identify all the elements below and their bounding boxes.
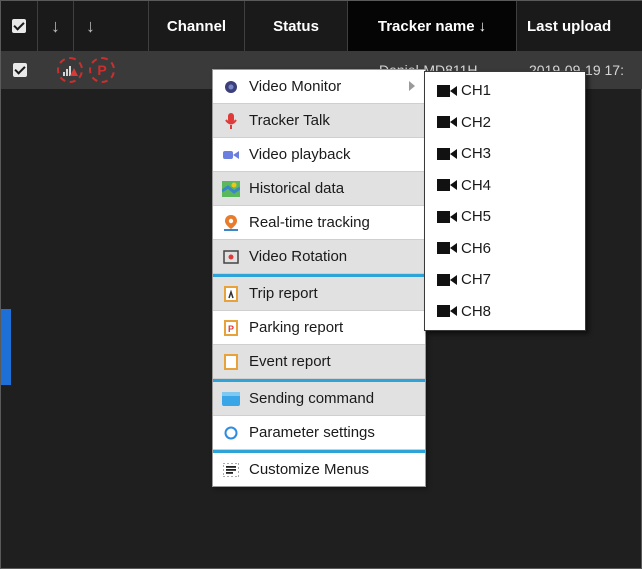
trip-report-icon	[213, 285, 249, 302]
select-all-checkbox[interactable]	[1, 1, 38, 51]
event-report-icon	[213, 353, 249, 370]
menu-item-parameter-settings[interactable]: Parameter settings	[213, 416, 425, 450]
checkbox-check-icon	[13, 63, 27, 77]
menu-item-label: Historical data	[249, 180, 345, 197]
submenu-item-label: CH7	[461, 271, 492, 289]
submenu-item-label: CH8	[461, 302, 492, 320]
table-header: ↓ ↓ Channel Status Tracker name ↓ Last u…	[1, 1, 642, 52]
submenu-item-label: CH1	[461, 82, 492, 100]
menu-item-customize-menus[interactable]: Customize Menus	[213, 453, 425, 486]
map-icon	[213, 180, 249, 197]
video-camera-icon	[425, 147, 461, 161]
video-camera-icon	[425, 84, 461, 98]
submenu-item-label: CH6	[461, 239, 492, 257]
submenu-item-ch3[interactable]: CH3	[425, 138, 585, 170]
chevron-right-icon	[409, 81, 415, 91]
menu-item-label: Customize Menus	[249, 461, 370, 478]
row-status-icons: P	[57, 51, 137, 89]
submenu-item-label: CH5	[461, 208, 492, 226]
command-icon	[213, 391, 249, 406]
svg-text:P: P	[228, 324, 234, 334]
parking-icon: P	[89, 57, 115, 83]
menu-item-real-time-tracking[interactable]: Real-time tracking	[213, 206, 425, 240]
video-monitor-icon	[213, 80, 249, 94]
submenu-item-ch6[interactable]: CH6	[425, 233, 585, 265]
video-camera-icon	[213, 149, 249, 161]
menu-item-video-rotation[interactable]: Video Rotation	[213, 240, 425, 274]
menu-item-label: Tracker Talk	[249, 112, 330, 129]
menu-item-label: Event report	[249, 353, 331, 370]
submenu-item-ch1[interactable]: CH1	[425, 75, 585, 107]
submenu-item-ch4[interactable]: CH4	[425, 170, 585, 202]
menu-item-label: Real-time tracking	[249, 214, 370, 231]
menu-item-label: Sending command	[249, 390, 375, 407]
rotation-icon	[213, 249, 249, 264]
menu-item-label: Parameter settings	[249, 424, 375, 441]
checkbox-check-icon	[12, 19, 26, 33]
submenu-item-label: CH4	[461, 176, 492, 194]
video-camera-icon	[425, 178, 461, 192]
row-checkbox[interactable]	[13, 51, 33, 89]
video-camera-icon	[425, 273, 461, 287]
video-camera-icon	[425, 210, 461, 224]
video-camera-icon	[425, 115, 461, 129]
submenu-item-ch8[interactable]: CH8	[425, 296, 585, 328]
column-header-tracker-name[interactable]: Tracker name ↓	[348, 1, 517, 51]
column-header-status[interactable]: Status	[245, 1, 348, 51]
parking-report-icon: P	[213, 319, 249, 336]
menu-item-tracker-talk[interactable]: Tracker Talk	[213, 104, 425, 138]
microphone-icon	[213, 112, 249, 130]
submenu-item-ch7[interactable]: CH7	[425, 264, 585, 296]
menu-item-video-playback[interactable]: Video playback	[213, 138, 425, 172]
menu-item-event-report[interactable]: Event report	[213, 345, 425, 379]
menu-item-parking-report[interactable]: P Parking report	[213, 311, 425, 345]
menu-item-label: Trip report	[249, 285, 318, 302]
menu-item-trip-report[interactable]: Trip report	[213, 277, 425, 311]
submenu-item-ch5[interactable]: CH5	[425, 201, 585, 233]
menu-item-sending-command[interactable]: Sending command	[213, 382, 425, 416]
menu-item-label: Video playback	[249, 146, 351, 163]
menu-item-label: Video Monitor	[249, 78, 342, 95]
tracker-name-label: Tracker name	[377, 17, 475, 35]
sort-down-icon: ↓	[478, 17, 487, 35]
submenu-item-label: CH2	[461, 113, 492, 131]
menu-item-video-monitor[interactable]: Video Monitor	[213, 70, 425, 104]
submenu-item-label: CH3	[461, 145, 492, 163]
sort-arrow-1[interactable]: ↓	[38, 1, 74, 51]
menu-item-label: Parking report	[249, 319, 344, 336]
menu-item-label: Video Rotation	[249, 248, 348, 265]
settings-circle-icon	[213, 426, 249, 440]
side-panel-toggle[interactable]	[1, 309, 11, 385]
menu-item-historical-data[interactable]: Historical data	[213, 172, 425, 206]
submenu-item-ch2[interactable]: CH2	[425, 107, 585, 139]
video-camera-icon	[425, 241, 461, 255]
context-menu: Video Monitor Tracker Talk Video playbac…	[212, 69, 426, 487]
video-camera-icon	[425, 304, 461, 318]
video-monitor-submenu: CH1 CH2 CH3 CH4 CH5 CH6 CH7 CH8	[424, 71, 586, 331]
sort-arrow-2[interactable]: ↓	[74, 1, 149, 51]
column-header-channel[interactable]: Channel	[149, 1, 245, 51]
column-header-last-upload[interactable]: Last upload	[517, 1, 642, 51]
signal-warning-icon	[57, 57, 83, 83]
location-pin-icon	[213, 214, 249, 232]
list-menu-icon	[213, 462, 249, 477]
